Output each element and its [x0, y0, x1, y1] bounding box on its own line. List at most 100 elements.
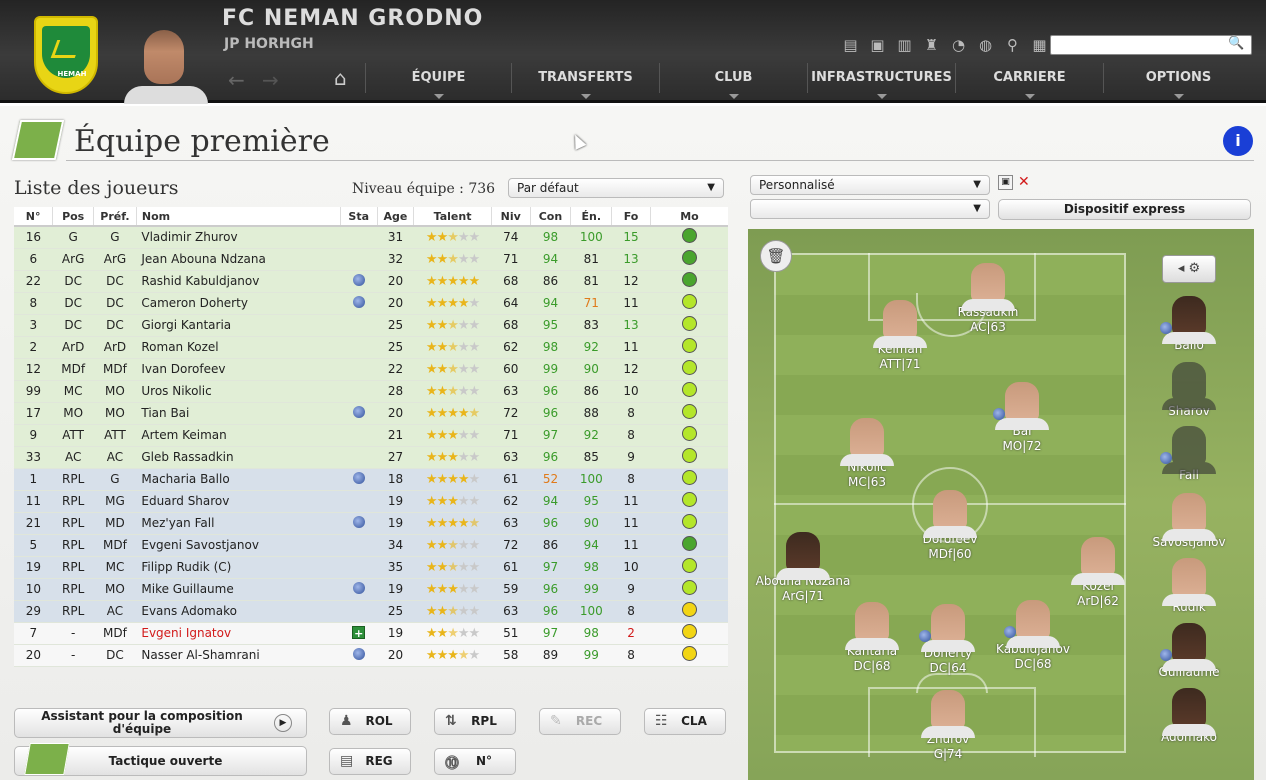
col-niv[interactable]: Niv: [491, 207, 531, 227]
cla-button[interactable]: ☷ CLA: [644, 708, 726, 735]
bench-player[interactable]: Fall: [1134, 426, 1244, 483]
stats-icon[interactable]: ▥: [894, 36, 915, 55]
col-fo[interactable]: Fo: [611, 207, 651, 227]
cell-name[interactable]: Evgeni Ignatov: [136, 622, 341, 645]
table-row[interactable]: 12 MDf MDf Ivan Dorofeev 22 ★★★★★ 60 99 90 12: [14, 358, 728, 381]
cell-name[interactable]: Evans Adomako: [136, 600, 341, 623]
col-age[interactable]: Age: [377, 207, 415, 227]
rec-button[interactable]: ✎ REC: [539, 708, 621, 735]
reg-button[interactable]: ▤ REG: [329, 748, 411, 775]
table-row[interactable]: 20- DC Nasser Al-Shamrani 20 ★★★★★ 58 89 99 8: [14, 644, 728, 667]
menu-options[interactable]: OPTIONS: [1103, 63, 1253, 99]
table-row[interactable]: 2 ArD ArD Roman Kozel 25 ★★★★★ 62 98 92 11: [14, 336, 728, 359]
bench-player[interactable]: Savostjanov: [1134, 493, 1244, 550]
table-row[interactable]: 19 RPL MC Filipp Rudik (C) 35 ★★★★★ 61 97 98 10: [14, 556, 728, 579]
menu-transferts[interactable]: TRANSFERTS: [511, 63, 659, 99]
table-row[interactable]: 33 AC AC Gleb Rassadkin 27 ★★★★★ 63 96 85 9: [14, 446, 728, 469]
table-row[interactable]: 1 RPL G Macharia Ballo 18 ★★★★★ 61 52 100 8: [14, 468, 728, 491]
cell-name[interactable]: Artem Keiman: [136, 424, 341, 447]
tactic-button[interactable]: Tactique ouverte: [14, 743, 307, 776]
sort-select[interactable]: Par défaut ▼: [508, 178, 724, 198]
search-icon[interactable]: 🔍: [1228, 36, 1244, 51]
notes-icon[interactable]: ▦: [1029, 36, 1050, 55]
trash-icon[interactable]: 🗑: [760, 240, 792, 272]
col-pos[interactable]: Pos: [52, 207, 95, 227]
cell-name[interactable]: Vladimir Zhurov: [136, 226, 341, 249]
table-row[interactable]: 29 RPL AC Evans Adomako 25 ★★★★★ 63 96 100 8: [14, 600, 728, 623]
scout-icon[interactable]: ⚲: [1002, 36, 1023, 55]
pitch-player[interactable]: Zhurov G|74: [893, 690, 1003, 762]
bench-player[interactable]: Sharov: [1134, 362, 1244, 419]
col-con[interactable]: Con: [530, 207, 572, 227]
assistant-button[interactable]: Assistant pour la composition d'équipe ▶: [14, 708, 307, 738]
cell-name[interactable]: Giorgi Kantaria: [136, 314, 341, 337]
bench-player[interactable]: Guillaume: [1134, 623, 1244, 680]
club-crest[interactable]: НЕМАН: [34, 16, 98, 94]
cell-name[interactable]: Eduard Sharov: [136, 490, 341, 513]
cell-name[interactable]: Cameron Doherty: [136, 292, 341, 315]
table-row[interactable]: 99 MC MO Uros Nikolic 28 ★★★★★ 63 96 86 10: [14, 380, 728, 403]
menu-equipe[interactable]: ÉQUIPE: [365, 63, 511, 99]
calendar-icon[interactable]: ▣: [867, 36, 888, 55]
newspaper-icon[interactable]: ▤: [840, 36, 861, 55]
table-row[interactable]: 7- MDf Evgeni Ignatov +19 ★★★★★ 51 97 98 2: [14, 622, 728, 645]
bench-player[interactable]: Rudik: [1134, 558, 1244, 615]
menu-carriere[interactable]: CARRIERE: [955, 63, 1103, 99]
formation-select[interactable]: Personnalisé ▼: [750, 175, 990, 195]
info-icon[interactable]: i: [1223, 126, 1253, 156]
cell-name[interactable]: Tian Bai: [136, 402, 341, 425]
refresh-icon[interactable]: ◔: [948, 36, 969, 55]
back-arrow-icon[interactable]: ←: [228, 68, 245, 92]
bench-player[interactable]: Adomako: [1134, 688, 1244, 745]
pitch-player[interactable]: Nikolic MC|63: [812, 418, 922, 490]
menu-infrastructures[interactable]: INFRASTRUCTURES: [807, 63, 955, 99]
table-row[interactable]: 6 ArG ArG Jean Abouna Ndzana 32 ★★★★★ 71 94 81 13: [14, 248, 728, 271]
globe-icon[interactable]: ◍: [975, 36, 996, 55]
save-icon[interactable]: ▣: [998, 175, 1013, 190]
menu-club[interactable]: CLUB: [659, 63, 807, 99]
col-talent[interactable]: Talent: [413, 207, 492, 227]
col-num[interactable]: N°: [14, 207, 54, 227]
col-mo[interactable]: Mo: [650, 207, 728, 227]
table-row[interactable]: 9 ATT ATT Artem Keiman 21 ★★★★★ 71 97 92 8: [14, 424, 728, 447]
cell-name[interactable]: Jean Abouna Ndzana: [136, 248, 341, 271]
bench-player[interactable]: Ballo: [1134, 296, 1244, 353]
table-row[interactable]: 11 RPL MG Eduard Sharov 19 ★★★★★ 62 94 95 11: [14, 490, 728, 513]
table-row[interactable]: 22 DC DC Rashid Kabuldjanov 20 ★★★★★ 68 86 81 12: [14, 270, 728, 293]
cell-name[interactable]: Mike Guillaume: [136, 578, 341, 601]
cell-name[interactable]: Macharia Ballo: [136, 468, 341, 491]
cell-name[interactable]: Filipp Rudik (C): [136, 556, 341, 579]
pitch-player[interactable]: Abouna Ndzana ArG|71: [748, 532, 858, 604]
table-row[interactable]: 21 RPL MD Mez'yan Fall 19 ★★★★★ 63 96 90 11: [14, 512, 728, 535]
express-button[interactable]: Dispositif express: [998, 199, 1251, 220]
cell-name[interactable]: Evgeni Savostjanov: [136, 534, 341, 557]
col-pref[interactable]: Préf.: [93, 207, 137, 227]
search-input[interactable]: [1050, 35, 1252, 55]
cell-name[interactable]: Uros Nikolic: [136, 380, 341, 403]
table-row[interactable]: 3 DC DC Giorgi Kantaria 25 ★★★★★ 68 95 83 13: [14, 314, 728, 337]
rpl-button[interactable]: ⇅ RPL: [434, 708, 516, 735]
pitch-player[interactable]: Bai MO|72: [967, 382, 1077, 454]
cell-name[interactable]: Ivan Dorofeev: [136, 358, 341, 381]
col-en[interactable]: Én.: [570, 207, 613, 227]
forward-arrow-icon[interactable]: →: [262, 68, 279, 92]
col-sta[interactable]: Sta: [340, 207, 378, 227]
cell-name[interactable]: Roman Kozel: [136, 336, 341, 359]
cell-name[interactable]: Mez'yan Fall: [136, 512, 341, 535]
table-row[interactable]: 8 DC DC Cameron Doherty 20 ★★★★★ 64 94 71 11: [14, 292, 728, 315]
col-name[interactable]: Nom: [136, 207, 341, 227]
pitch-player[interactable]: Dorofeev MDf|60: [895, 490, 1005, 562]
table-row[interactable]: 10 RPL MO Mike Guillaume 19 ★★★★★ 59 96 99 9: [14, 578, 728, 601]
table-row[interactable]: 17 MO MO Tian Bai 20 ★★★★★ 72 96 88 8: [14, 402, 728, 425]
pitch-player[interactable]: Kabuldjanov DC|68: [978, 600, 1088, 672]
secondary-select[interactable]: ▼: [750, 199, 990, 219]
cell-name[interactable]: Nasser Al-Shamrani: [136, 644, 341, 667]
collapse-settings-button[interactable]: ◂ ⚙: [1162, 255, 1216, 283]
trophy-icon[interactable]: ♜: [921, 36, 942, 55]
number-button[interactable]: ⓾ N°: [434, 748, 516, 775]
table-row[interactable]: 5 RPL MDf Evgeni Savostjanov 34 ★★★★★ 72 86 94 11: [14, 534, 728, 557]
home-icon[interactable]: ⌂: [334, 66, 347, 90]
cell-name[interactable]: Rashid Kabuldjanov: [136, 270, 341, 293]
rol-button[interactable]: ♟ ROL: [329, 708, 411, 735]
cell-name[interactable]: Gleb Rassadkin: [136, 446, 341, 469]
